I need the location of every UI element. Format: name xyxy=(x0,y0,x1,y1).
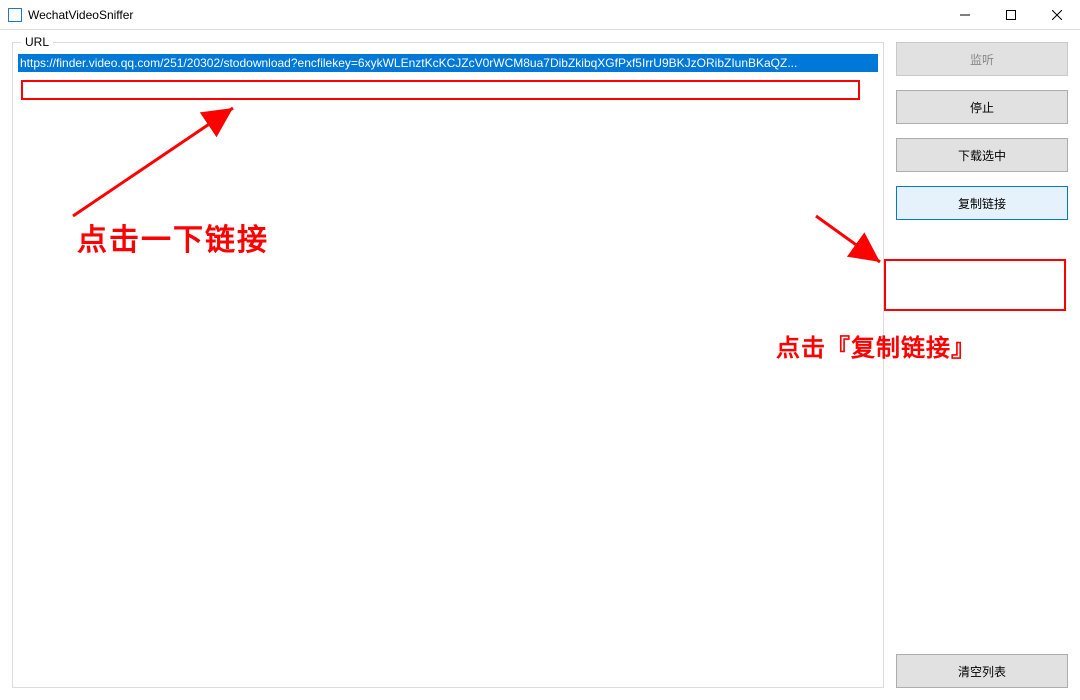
listen-button[interactable]: 监听 xyxy=(896,42,1068,76)
stop-button[interactable]: 停止 xyxy=(896,90,1068,124)
maximize-button[interactable] xyxy=(988,0,1034,29)
minimize-icon xyxy=(960,10,970,20)
clear-list-button[interactable]: 清空列表 xyxy=(896,654,1068,688)
download-selected-button[interactable]: 下载选中 xyxy=(896,138,1068,172)
window-controls xyxy=(942,0,1080,29)
window-title: WechatVideoSniffer xyxy=(28,8,942,22)
close-icon xyxy=(1052,10,1062,20)
url-groupbox: URL https://finder.video.qq.com/251/2030… xyxy=(12,42,884,688)
maximize-icon xyxy=(1006,10,1016,20)
copy-link-button[interactable]: 复制链接 xyxy=(896,186,1068,220)
spacer xyxy=(896,234,1068,640)
minimize-button[interactable] xyxy=(942,0,988,29)
url-list-item[interactable]: https://finder.video.qq.com/251/20302/st… xyxy=(18,54,878,72)
main-pane: URL https://finder.video.qq.com/251/2030… xyxy=(12,42,884,688)
side-pane: 监听 停止 下载选中 复制链接 清空列表 xyxy=(896,42,1068,688)
close-button[interactable] xyxy=(1034,0,1080,29)
app-icon xyxy=(8,8,22,22)
titlebar: WechatVideoSniffer xyxy=(0,0,1080,30)
groupbox-label: URL xyxy=(21,35,53,49)
client-area: URL https://finder.video.qq.com/251/2030… xyxy=(0,30,1080,700)
